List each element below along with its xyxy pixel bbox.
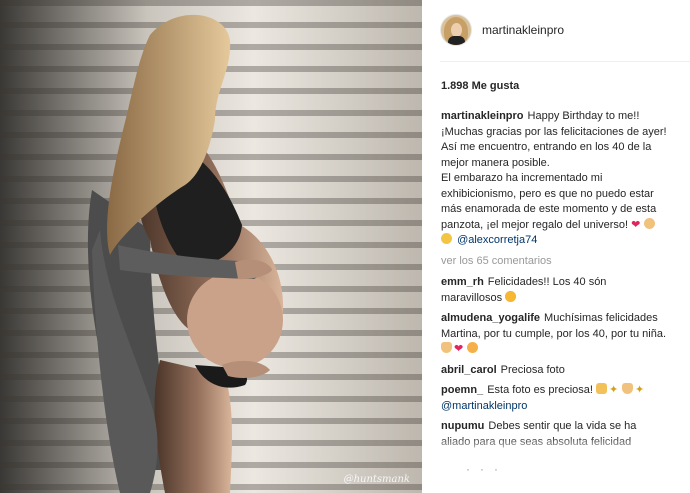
comment-username[interactable]: emm_rh	[441, 276, 484, 288]
photo-image	[0, 0, 422, 493]
comment-text: Esta foto es preciosa!	[487, 384, 593, 396]
comment-emoji	[441, 341, 480, 357]
caption: martinakleinpro Happy Birthday to me!! ¡M…	[441, 109, 667, 249]
caption-username[interactable]: martinakleinpro	[441, 110, 524, 122]
caption-line-3-text: El embarazo ha incrementado mi exhibicio…	[441, 172, 657, 231]
view-all-comments[interactable]: ver los 65 comentarios	[441, 254, 667, 270]
photo-watermark: @huntsmank	[343, 474, 410, 485]
sparkle-emoji-icon	[635, 382, 646, 398]
caption-line-1: Happy Birthday to me!!	[527, 110, 640, 122]
bow-emoji-icon	[622, 383, 634, 394]
comments-list: martinakleinpro Happy Birthday to me!! ¡M…	[441, 109, 667, 455]
clap-emoji-icon	[596, 383, 608, 394]
more-dots: ···	[466, 462, 508, 476]
baby-emoji-icon	[644, 217, 656, 229]
angel-emoji-icon	[441, 233, 452, 244]
header-divider	[440, 61, 690, 62]
comment-emoji	[505, 290, 518, 304]
heart-emoji-icon	[631, 217, 642, 233]
comment-4: poemn_ Esta foto es preciosa! @martinakle…	[441, 382, 667, 414]
comment-1: emm_rh Felicidades!! Los 40 són maravillo…	[441, 275, 667, 306]
sparkle-emoji-icon	[609, 382, 620, 398]
comment-username[interactable]: poemn_	[441, 384, 483, 396]
comment-emoji	[596, 382, 648, 398]
comment-2: almudena_yogalife Muchísimas felicidades …	[441, 311, 667, 358]
post-sidebar: martinakleinpro 1.898 Me gusta martinakl…	[422, 0, 690, 493]
caption-line-3: El embarazo ha incrementado mi exhibicio…	[441, 171, 667, 249]
comment-username[interactable]: nupumu	[441, 420, 484, 432]
post-header: martinakleinpro	[440, 13, 564, 47]
heart-emoji-icon	[454, 341, 465, 357]
comments-fade	[422, 436, 690, 493]
bow-emoji-icon	[441, 342, 452, 353]
author-username[interactable]: martinakleinpro	[482, 23, 564, 37]
hearteyes-emoji-icon	[505, 290, 517, 302]
caption-mention[interactable]: @alexcorretja74	[457, 234, 537, 246]
caption-line-2: ¡Muchas gracias por las felicitaciones d…	[441, 125, 667, 169]
avatar[interactable]	[440, 14, 472, 46]
comment-username[interactable]: almudena_yogalife	[441, 312, 540, 324]
likes-count[interactable]: 1.898 Me gusta	[441, 80, 519, 92]
comment-username[interactable]: abril_carol	[441, 364, 497, 376]
blush-emoji-icon	[467, 342, 478, 353]
comment-3: abril_carol Preciosa foto	[441, 363, 667, 379]
post-photo[interactable]: @huntsmank	[0, 0, 422, 493]
comment-mention[interactable]: @martinakleinpro	[441, 400, 527, 412]
comment-text: Preciosa foto	[500, 363, 565, 376]
